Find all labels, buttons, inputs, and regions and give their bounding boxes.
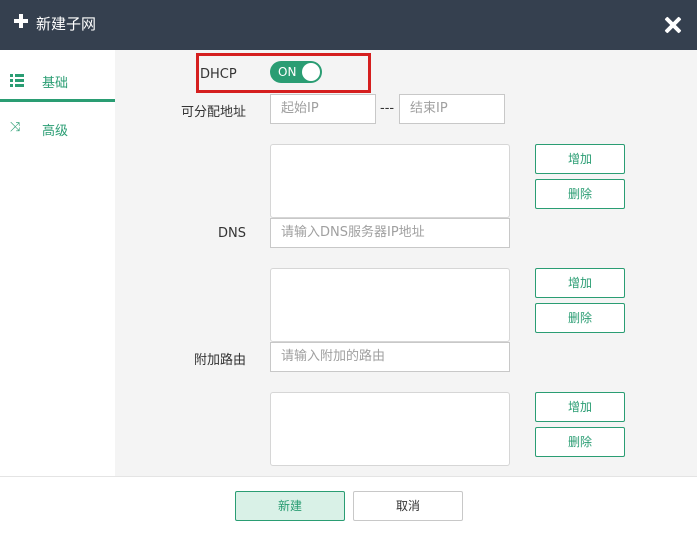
sidebar-item-label: 高级 [42, 124, 69, 139]
add-route-button[interactable]: 增加 [535, 268, 625, 298]
add-dns-button[interactable]: 增加 [535, 144, 625, 174]
sidebar-item-advanced[interactable]: ⤨ 高级 [0, 102, 115, 150]
plus-icon [14, 14, 28, 28]
delete-route-button[interactable]: 删除 [535, 303, 625, 333]
dns-label: DNS [218, 226, 246, 241]
extra-route-label: 附加路由 [193, 353, 246, 368]
cancel-button[interactable]: 取消 [353, 491, 463, 521]
list-icon [10, 74, 24, 87]
delete-dns-button[interactable]: 删除 [535, 179, 625, 209]
extra-route-input[interactable]: 请输入附加的路由 [270, 342, 510, 372]
dns-list[interactable] [270, 144, 510, 218]
shuffle-icon: ⤨ [10, 120, 21, 135]
list-box[interactable] [270, 392, 510, 466]
delete-button[interactable]: 删除 [535, 427, 625, 457]
end-ip-input[interactable]: 结束IP [399, 94, 505, 124]
range-separator: --- [380, 101, 395, 116]
sidebar-item-basic[interactable]: 基础 [0, 54, 115, 102]
add-button[interactable]: 增加 [535, 392, 625, 422]
sidebar: 基础 ⤨ 高级 [0, 50, 115, 476]
dialog-title: 新建子网 [36, 15, 97, 33]
dialog-titlebar: 新建子网 [0, 0, 697, 50]
create-button[interactable]: 新建 [235, 491, 345, 521]
sidebar-item-label: 基础 [42, 76, 69, 91]
dialog-footer [0, 476, 697, 536]
close-icon[interactable] [664, 16, 682, 34]
dns-input[interactable]: 请输入DNS服务器IP地址 [270, 218, 510, 248]
start-ip-input[interactable]: 起始IP [270, 94, 376, 124]
ip-range-label: 可分配地址 [180, 105, 246, 120]
highlight-box [196, 53, 371, 93]
route-list[interactable] [270, 268, 510, 342]
